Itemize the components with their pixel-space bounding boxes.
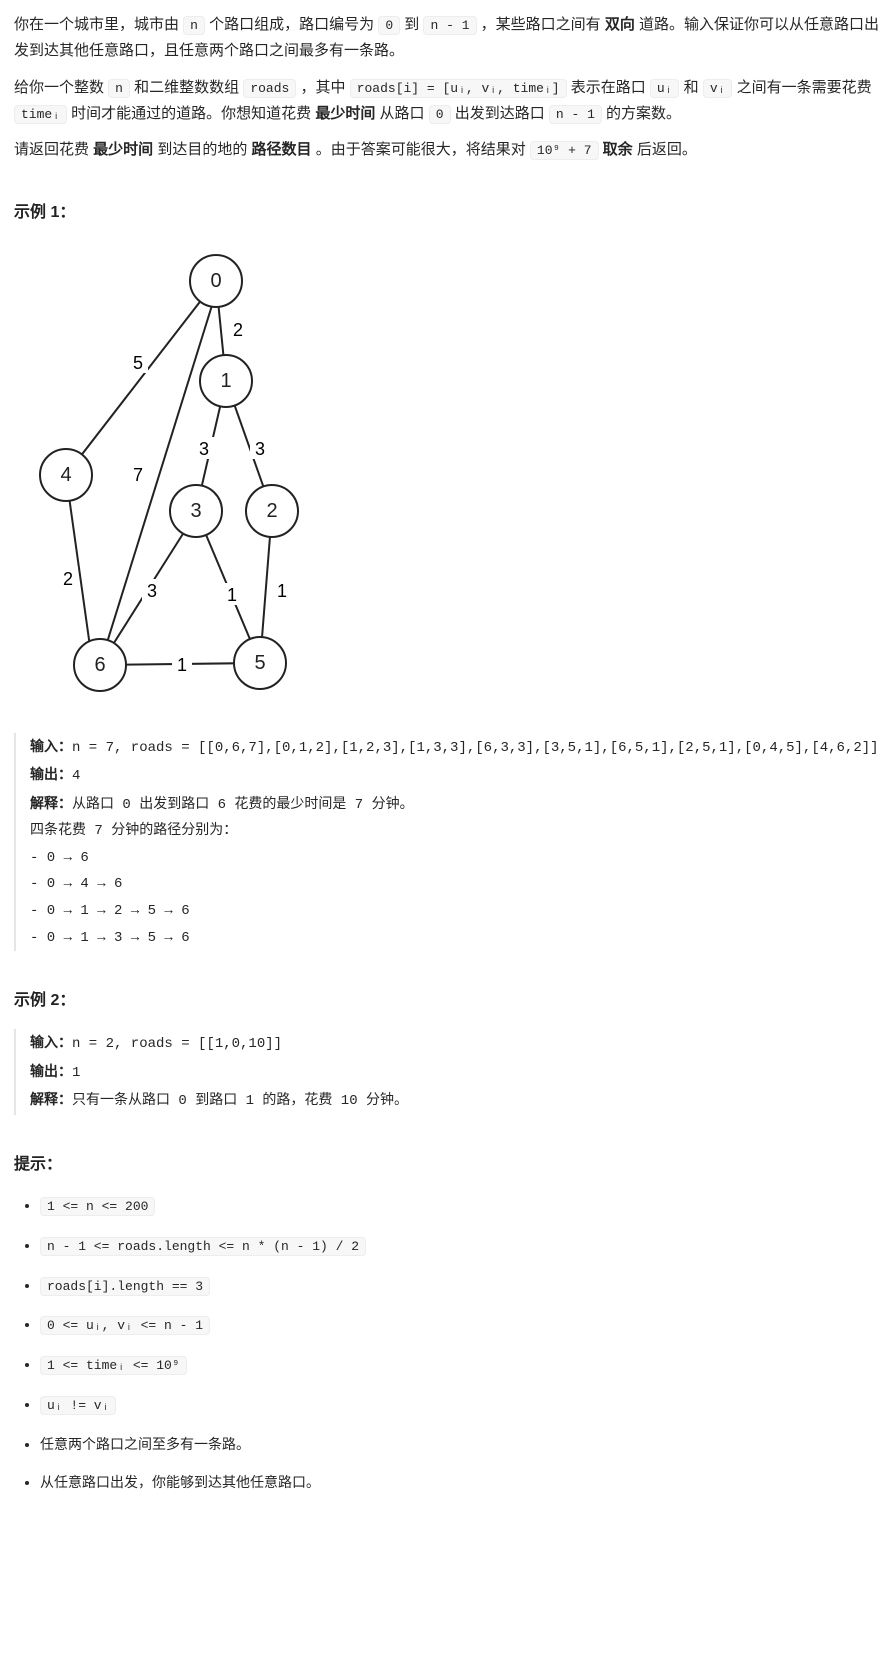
output-label: 输出： <box>30 766 72 782</box>
edge-w-06: 7 <box>133 465 143 485</box>
text: ，其中 <box>296 79 349 96</box>
text: 时间才能通过的道路。你想知道花费 <box>67 105 315 122</box>
example-1-title: 示例 1： <box>14 199 881 227</box>
example-1-block: 输入：n = 7, roads = [[0,6,7],[0,1,2],[1,2,… <box>14 733 881 952</box>
graph-node-4: 4 <box>60 464 71 486</box>
example-2-block: 输入：n = 2, roads = [[1,0,10]] 输出：1 解释：只有一… <box>14 1029 881 1115</box>
hint-code-5: 1 <= timeᵢ <= 10⁹ <box>40 1356 187 1375</box>
text: 你在一个城市里，城市由 <box>14 16 183 33</box>
graph-node-1: 1 <box>220 370 231 392</box>
code-ui: uᵢ <box>650 79 680 98</box>
example-2-output: 1 <box>72 1065 80 1081</box>
hint-item: 1 <= timeᵢ <= 10⁹ <box>40 1352 881 1378</box>
edge-w-13: 3 <box>199 439 209 459</box>
text: 。由于答案可能很大，将结果对 <box>312 141 530 158</box>
hint-item: 任意两个路口之间至多有一条路。 <box>40 1432 881 1457</box>
input-label: 输入： <box>30 1034 72 1050</box>
text: 之间有一条需要花费 <box>732 79 871 96</box>
desc-paragraph-1: 你在一个城市里，城市由 n 个路口组成，路口编号为 0 到 n - 1 ，某些路… <box>14 12 881 65</box>
graph-node-5: 5 <box>254 652 265 674</box>
hint-code-3: roads[i].length == 3 <box>40 1277 210 1296</box>
text: 个路口组成，路口编号为 <box>205 16 378 33</box>
graph-node-2: 2 <box>266 500 277 522</box>
example-2-explain: 只有一条从路口 0 到路口 1 的路，花费 10 分钟。 <box>72 1093 408 1109</box>
code-0: 0 <box>429 105 451 124</box>
explain-label: 解释： <box>30 1091 72 1107</box>
text: 和二维整数数组 <box>130 79 243 96</box>
example-1-graph: 0 1 2 3 4 5 6 5 2 7 3 3 1 1 3 1 2 <box>28 243 881 712</box>
hint-item: 从任意路口出发，你能够到达其他任意路口。 <box>40 1470 881 1495</box>
text: 给你一个整数 <box>14 79 108 96</box>
hint-item: 1 <= n <= 200 <box>40 1193 881 1219</box>
text: ，某些路口之间有 <box>477 16 605 33</box>
edge-w-46: 2 <box>63 569 73 589</box>
code-n: n <box>108 79 130 98</box>
example-1-path-4: - 0 → 1 → 3 → 5 → 6 <box>30 925 881 952</box>
code-n-1: n - 1 <box>423 16 476 35</box>
text: 表示在路口 <box>567 79 650 96</box>
example-1-explain-2: 四条花费 7 分钟的路径分别为： <box>30 818 881 845</box>
code-roads: roads <box>243 79 296 98</box>
text: 的方案数。 <box>602 105 681 122</box>
graph-node-3: 3 <box>190 500 201 522</box>
graph-svg: 0 1 2 3 4 5 6 5 2 7 3 3 1 1 3 1 2 <box>28 243 318 703</box>
graph-node-6: 6 <box>94 654 105 676</box>
text: 从路口 <box>375 105 428 122</box>
text: 和 <box>679 79 702 96</box>
example-1-path-3: - 0 → 1 → 2 → 5 → 6 <box>30 898 881 925</box>
example-2-title: 示例 2： <box>14 987 881 1015</box>
desc-paragraph-3: 请返回花费 最少时间 到达目的地的 路径数目 。由于答案可能很大，将结果对 10… <box>14 137 881 163</box>
example-1-explain-1: 从路口 0 出发到路口 6 花费的最少时间是 7 分钟。 <box>72 797 414 813</box>
graph-node-0: 0 <box>210 270 221 292</box>
text: 出发到达路口 <box>451 105 549 122</box>
code-mod: 10⁹ + 7 <box>530 141 599 160</box>
code-n: n <box>183 16 205 35</box>
hint-item: uᵢ != vᵢ <box>40 1392 881 1418</box>
example-1-path-2: - 0 → 4 → 6 <box>30 871 881 898</box>
bold-bidirectional: 双向 <box>605 16 635 33</box>
code-timei: timeᵢ <box>14 105 67 124</box>
example-1-input: n = 7, roads = [[0,6,7],[0,1,2],[1,2,3],… <box>72 740 879 756</box>
code-n-1: n - 1 <box>549 105 602 124</box>
example-1-output: 4 <box>72 768 80 784</box>
edge-w-25: 1 <box>277 581 287 601</box>
code-0: 0 <box>378 16 400 35</box>
output-label: 输出： <box>30 1063 72 1079</box>
edge-w-01: 2 <box>233 320 243 340</box>
hint-item: 0 <= uᵢ, vᵢ <= n - 1 <box>40 1312 881 1338</box>
bold-min-time: 最少时间 <box>315 105 375 122</box>
hints-list: 1 <= n <= 200 n - 1 <= roads.length <= n… <box>14 1193 881 1495</box>
bold-mod: 取余 <box>603 141 633 158</box>
text: 到 <box>400 16 423 33</box>
edge-w-65: 1 <box>177 655 187 675</box>
code-roads-i: roads[i] = [uᵢ, vᵢ, timeᵢ] <box>350 79 567 98</box>
example-1-path-1: - 0 → 6 <box>30 845 881 872</box>
edge-w-04: 5 <box>133 353 143 373</box>
hint-code-6: uᵢ != vᵢ <box>40 1396 116 1415</box>
hints-title: 提示： <box>14 1151 881 1179</box>
edge-w-63: 3 <box>147 581 157 601</box>
text: 请返回花费 <box>14 141 93 158</box>
input-label: 输入： <box>30 738 72 754</box>
example-2-input: n = 2, roads = [[1,0,10]] <box>72 1036 282 1052</box>
text: 后返回。 <box>633 141 697 158</box>
hint-code-2: n - 1 <= roads.length <= n * (n - 1) / 2 <box>40 1237 366 1256</box>
edge-w-12: 3 <box>255 439 265 459</box>
desc-paragraph-2: 给你一个整数 n 和二维整数数组 roads ，其中 roads[i] = [u… <box>14 75 881 128</box>
hint-code-1: 1 <= n <= 200 <box>40 1197 155 1216</box>
hint-item: roads[i].length == 3 <box>40 1273 881 1299</box>
hint-item: n - 1 <= roads.length <= n * (n - 1) / 2 <box>40 1233 881 1259</box>
hint-code-4: 0 <= uᵢ, vᵢ <= n - 1 <box>40 1316 210 1335</box>
text: 到达目的地的 <box>153 141 251 158</box>
explain-label: 解释： <box>30 795 72 811</box>
bold-min-time: 最少时间 <box>93 141 153 158</box>
bold-path-count: 路径数目 <box>252 141 312 158</box>
edge-w-35: 1 <box>227 585 237 605</box>
code-vi: vᵢ <box>703 79 733 98</box>
